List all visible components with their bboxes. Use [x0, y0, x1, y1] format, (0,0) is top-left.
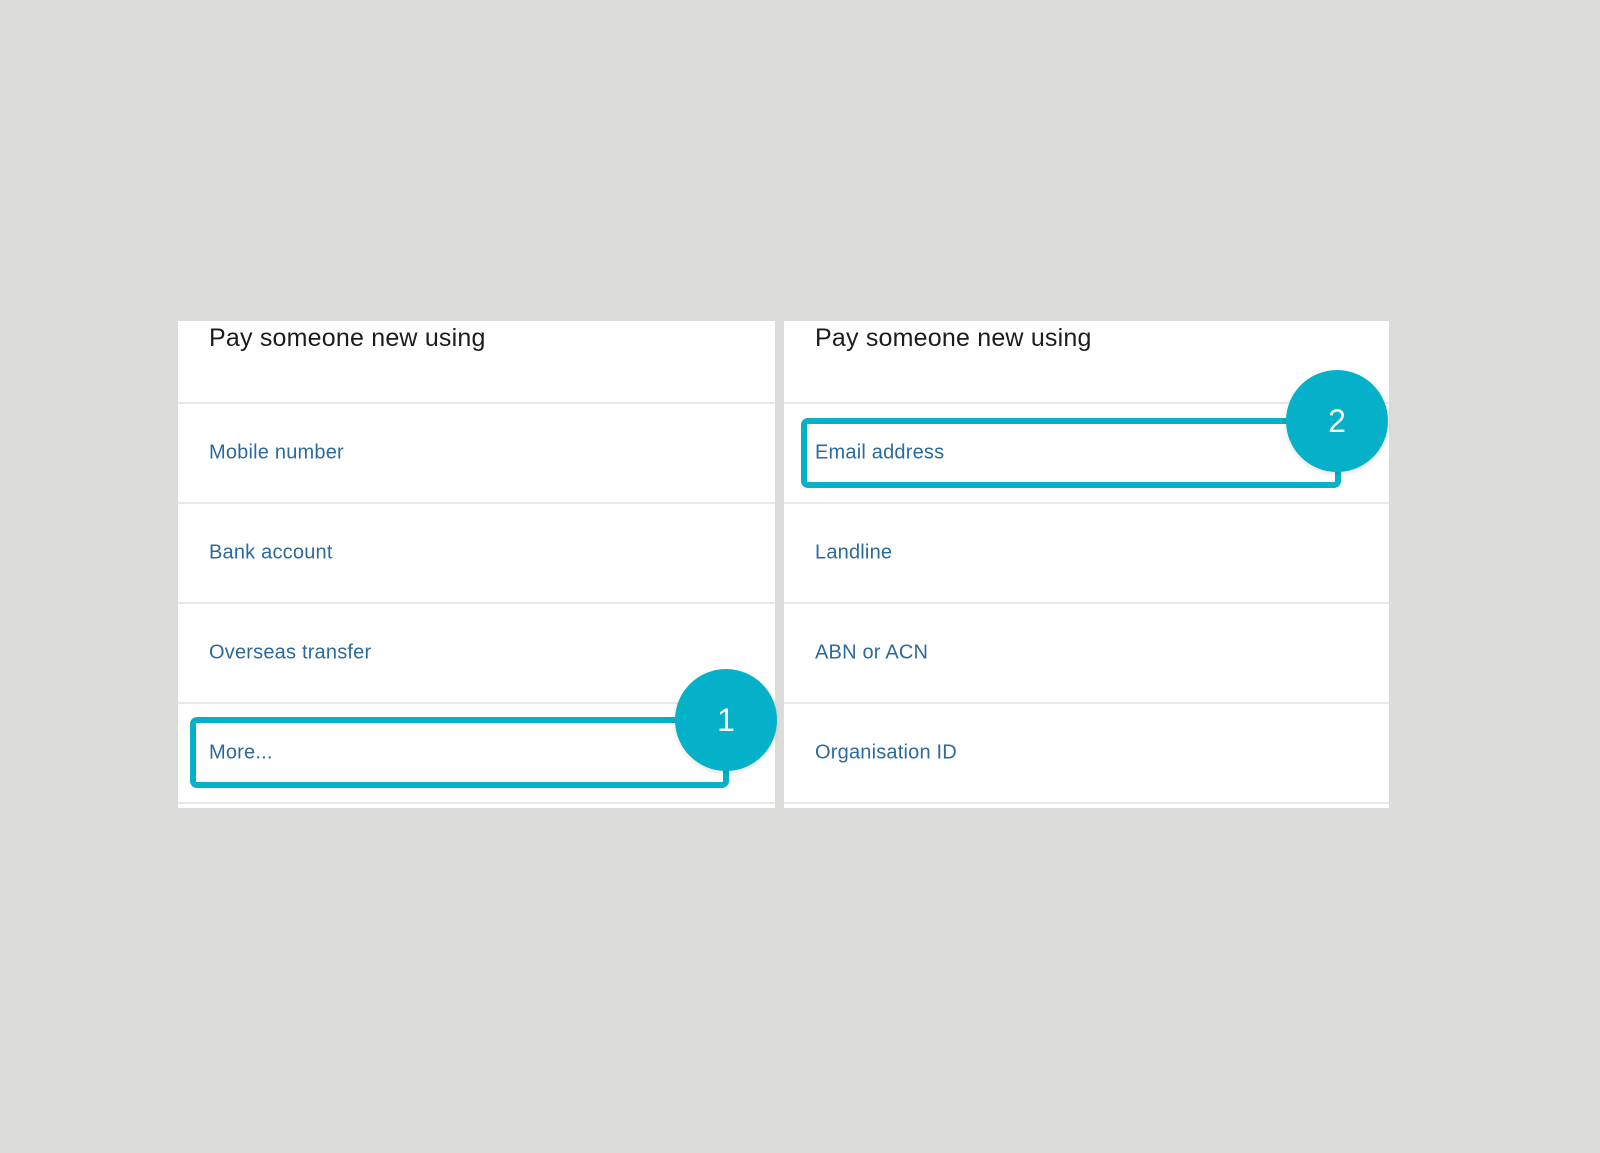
option-label: ABN or ACN [815, 641, 929, 664]
option-label: Mobile number [209, 441, 344, 464]
panel-title: Pay someone new using [209, 324, 486, 352]
option-label: Organisation ID [815, 741, 957, 764]
panel-title: Pay someone new using [815, 324, 1092, 352]
option-label: Landline [815, 541, 893, 564]
option-label: Bank account [209, 541, 333, 564]
option-bank-account[interactable]: Bank account [178, 504, 775, 604]
step-badge-1: 1 [675, 669, 777, 771]
step-number: 2 [1328, 402, 1346, 439]
option-label: Email address [815, 441, 945, 464]
option-abn-or-acn[interactable]: ABN or ACN [784, 604, 1389, 704]
option-label: More... [209, 741, 273, 764]
option-label: Overseas transfer [209, 641, 372, 664]
option-mobile-number[interactable]: Mobile number [178, 404, 775, 504]
option-organisation-id[interactable]: Organisation ID [784, 704, 1389, 804]
option-landline[interactable]: Landline [784, 504, 1389, 604]
panel-header: Pay someone new using [178, 321, 775, 404]
step-badge-2: 2 [1286, 370, 1388, 472]
step-number: 1 [717, 701, 735, 738]
